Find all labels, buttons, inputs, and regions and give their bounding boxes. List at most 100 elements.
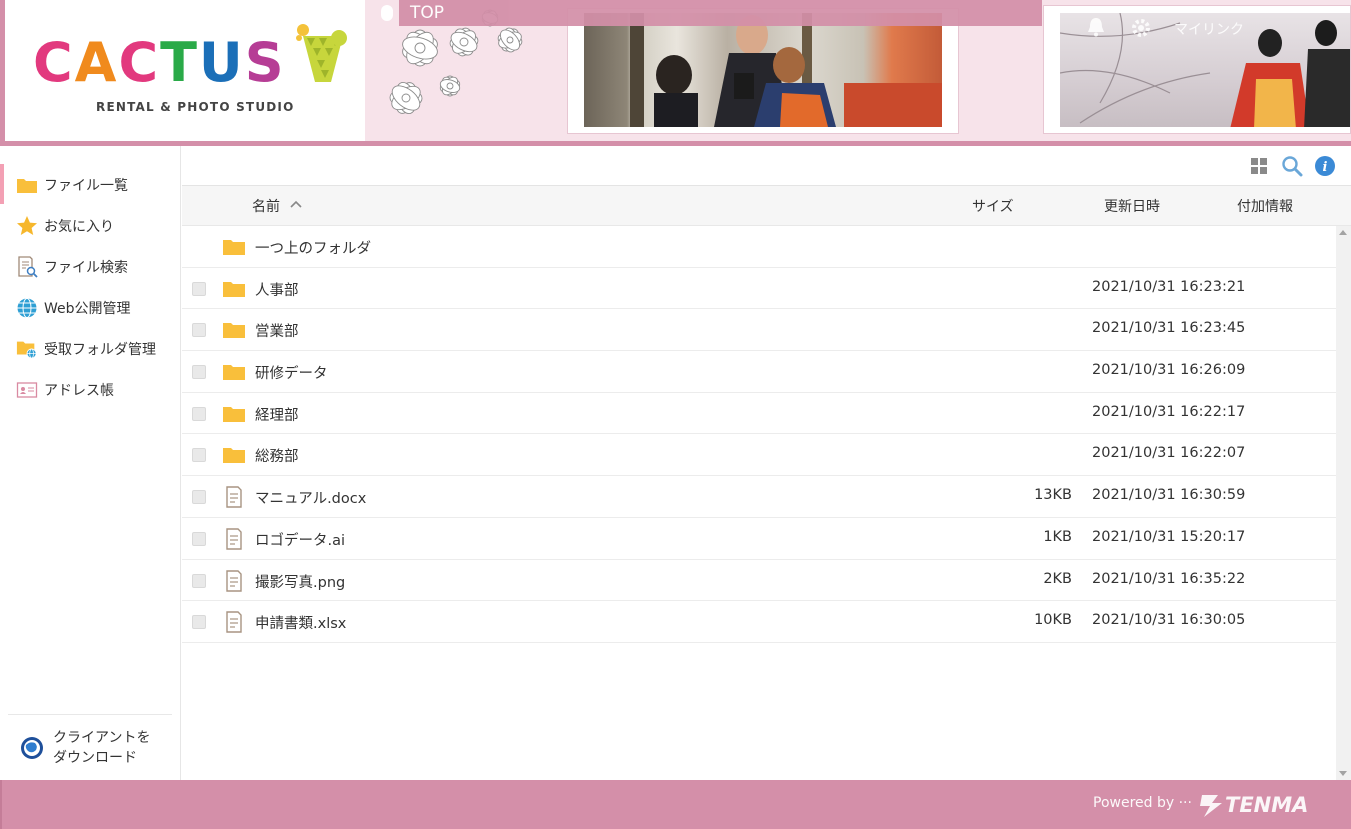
- logo-letter: C: [118, 31, 161, 94]
- row-checkbox[interactable]: [192, 365, 206, 380]
- folder-icon: [223, 448, 245, 464]
- sidebar-item-label: ファイル検索: [44, 259, 128, 276]
- logo-letter: A: [74, 31, 119, 94]
- logo-letter: C: [33, 31, 75, 94]
- sort-ascending-icon[interactable]: [290, 200, 302, 208]
- vertical-scrollbar[interactable]: [1336, 226, 1351, 780]
- table-row[interactable]: ロゴデータ.ai 1KB 2021/10/31 15:20:17: [182, 518, 1336, 560]
- row-checkbox[interactable]: [192, 615, 206, 630]
- logo-letter: U: [198, 31, 245, 94]
- row-checkbox[interactable]: [192, 323, 206, 338]
- file-updated: 2021/10/31 16:26:09: [1092, 362, 1246, 379]
- file-name[interactable]: 人事部: [255, 279, 299, 300]
- sidebar-item-file-list[interactable]: ファイル一覧: [0, 164, 180, 205]
- sidebar-item-web-publish[interactable]: Web公開管理: [0, 287, 180, 328]
- toolbar: i: [182, 146, 1351, 186]
- column-extra[interactable]: 付加情報: [1237, 196, 1293, 216]
- document-icon: [226, 486, 242, 508]
- table-row[interactable]: 研修データ 2021/10/31 16:26:09: [182, 351, 1336, 393]
- file-name[interactable]: 撮影写真.png: [255, 571, 345, 592]
- search-icon[interactable]: [1281, 155, 1303, 177]
- footer: Powered by ··· TENMA: [0, 780, 1351, 829]
- file-updated: 2021/10/31 16:30:59: [1092, 487, 1246, 504]
- header-banner: CACTUS RENTAL & PHOTO STUDIO TOP マイリンク: [0, 0, 1351, 146]
- folder-icon: [223, 281, 245, 297]
- row-checkbox[interactable]: [192, 406, 206, 421]
- file-name[interactable]: 研修データ: [255, 362, 328, 383]
- powered-by-label: Powered by ···: [1093, 795, 1192, 811]
- cactus-logo-icon: [296, 24, 347, 82]
- file-size: 2KB: [1043, 570, 1072, 587]
- logo-subtitle: RENTAL & PHOTO STUDIO: [96, 100, 295, 114]
- file-size: 1KB: [1043, 528, 1072, 545]
- sidebar-item-label: お気に入り: [44, 218, 114, 235]
- row-checkbox[interactable]: [192, 573, 206, 588]
- column-name[interactable]: 名前: [252, 196, 280, 216]
- table-row[interactable]: 撮影写真.png 2KB 2021/10/31 16:35:22: [182, 560, 1336, 602]
- brand-logo[interactable]: CACTUS RENTAL & PHOTO STUDIO: [0, 0, 365, 141]
- vendor-name: TENMA: [1225, 793, 1308, 817]
- mylink-menu[interactable]: マイリンク: [1174, 19, 1244, 39]
- file-updated: 2021/10/31 16:22:17: [1092, 403, 1246, 420]
- sidebar-item-file-search[interactable]: ファイル検索: [0, 246, 180, 287]
- document-icon: [226, 569, 242, 592]
- table-row[interactable]: 人事部 2021/10/31 16:23:21: [182, 268, 1336, 310]
- folder-globe-icon: [16, 341, 37, 359]
- sidebar-item-label: アドレス帳: [44, 382, 114, 399]
- folder-icon: [223, 365, 245, 381]
- address-book-icon: [16, 381, 38, 398]
- sidebar-item-label: ファイル一覧: [44, 177, 128, 194]
- folder-icon: [223, 406, 245, 422]
- file-name[interactable]: 経理部: [255, 404, 299, 425]
- gear-icon[interactable]: [1129, 16, 1153, 40]
- file-name[interactable]: 営業部: [255, 320, 299, 341]
- row-checkbox[interactable]: [192, 281, 206, 296]
- file-size: 10KB: [1034, 612, 1072, 629]
- info-icon[interactable]: i: [1314, 155, 1336, 177]
- file-updated: 2021/10/31 16:23:45: [1092, 320, 1246, 337]
- top-link[interactable]: TOP: [399, 0, 1042, 26]
- parent-folder-label: 一つ上のフォルダ: [255, 241, 371, 257]
- scroll-up-arrow-icon[interactable]: [1339, 230, 1347, 235]
- file-name[interactable]: 総務部: [255, 445, 299, 466]
- row-checkbox[interactable]: [192, 490, 206, 505]
- client-download-line1: クライアントを: [53, 730, 151, 746]
- bell-icon[interactable]: [1085, 16, 1107, 38]
- star-icon: [17, 215, 37, 235]
- folder-icon: [223, 240, 245, 255]
- logo-letter: T: [160, 31, 199, 94]
- row-checkbox[interactable]: [192, 448, 206, 463]
- top-bubble-icon: [381, 5, 393, 21]
- parent-folder-row[interactable]: 一つ上のフォルダ: [182, 226, 1336, 268]
- column-size[interactable]: サイズ: [972, 196, 1014, 216]
- sidebar-item-label: Web公開管理: [44, 300, 131, 317]
- table-row[interactable]: 営業部 2021/10/31 16:23:45: [182, 309, 1336, 352]
- file-name[interactable]: ロゴデータ.ai: [255, 529, 345, 550]
- row-checkbox[interactable]: [192, 531, 206, 546]
- file-name[interactable]: 申請書類.xlsx: [255, 612, 346, 633]
- logo-wordmark: CACTUS: [33, 33, 286, 93]
- sidebar-item-receive-folder[interactable]: 受取フォルダ管理: [0, 328, 180, 369]
- table-row[interactable]: 経理部 2021/10/31 16:22:17: [182, 393, 1336, 435]
- sidebar-item-favorites[interactable]: お気に入り: [0, 205, 180, 246]
- document-icon: [226, 611, 242, 633]
- column-updated[interactable]: 更新日時: [1104, 196, 1160, 216]
- download-globe-icon: [21, 737, 43, 759]
- sidebar: ファイル一覧 お気に入り ファイル検索 Web公開管理 受取フォルダ管理 アドレ…: [0, 146, 181, 780]
- table-row[interactable]: 総務部 2021/10/31 16:22:07: [182, 434, 1336, 477]
- client-download-button[interactable]: クライアントを ダウンロード: [8, 714, 172, 768]
- file-updated: 2021/10/31 15:20:17: [1092, 528, 1246, 545]
- sidebar-item-address-book[interactable]: アドレス帳: [0, 369, 180, 410]
- scroll-down-arrow-icon[interactable]: [1339, 771, 1347, 776]
- grid-view-icon[interactable]: [1248, 155, 1270, 177]
- banner-photo-family: [567, 8, 959, 134]
- table-row[interactable]: 申請書類.xlsx 10KB 2021/10/31 16:30:05: [182, 601, 1336, 643]
- table-row[interactable]: マニュアル.docx 13KB 2021/10/31 16:30:59: [182, 476, 1336, 518]
- file-name[interactable]: マニュアル.docx: [255, 487, 366, 508]
- file-updated: 2021/10/31 16:35:22: [1092, 570, 1246, 587]
- column-header: 名前 サイズ 更新日時 付加情報: [182, 186, 1351, 226]
- folder-icon: [223, 323, 245, 339]
- globe-icon: [17, 297, 37, 318]
- folder-icon: [17, 178, 37, 193]
- tenma-logo-icon: TENMA: [1200, 793, 1308, 817]
